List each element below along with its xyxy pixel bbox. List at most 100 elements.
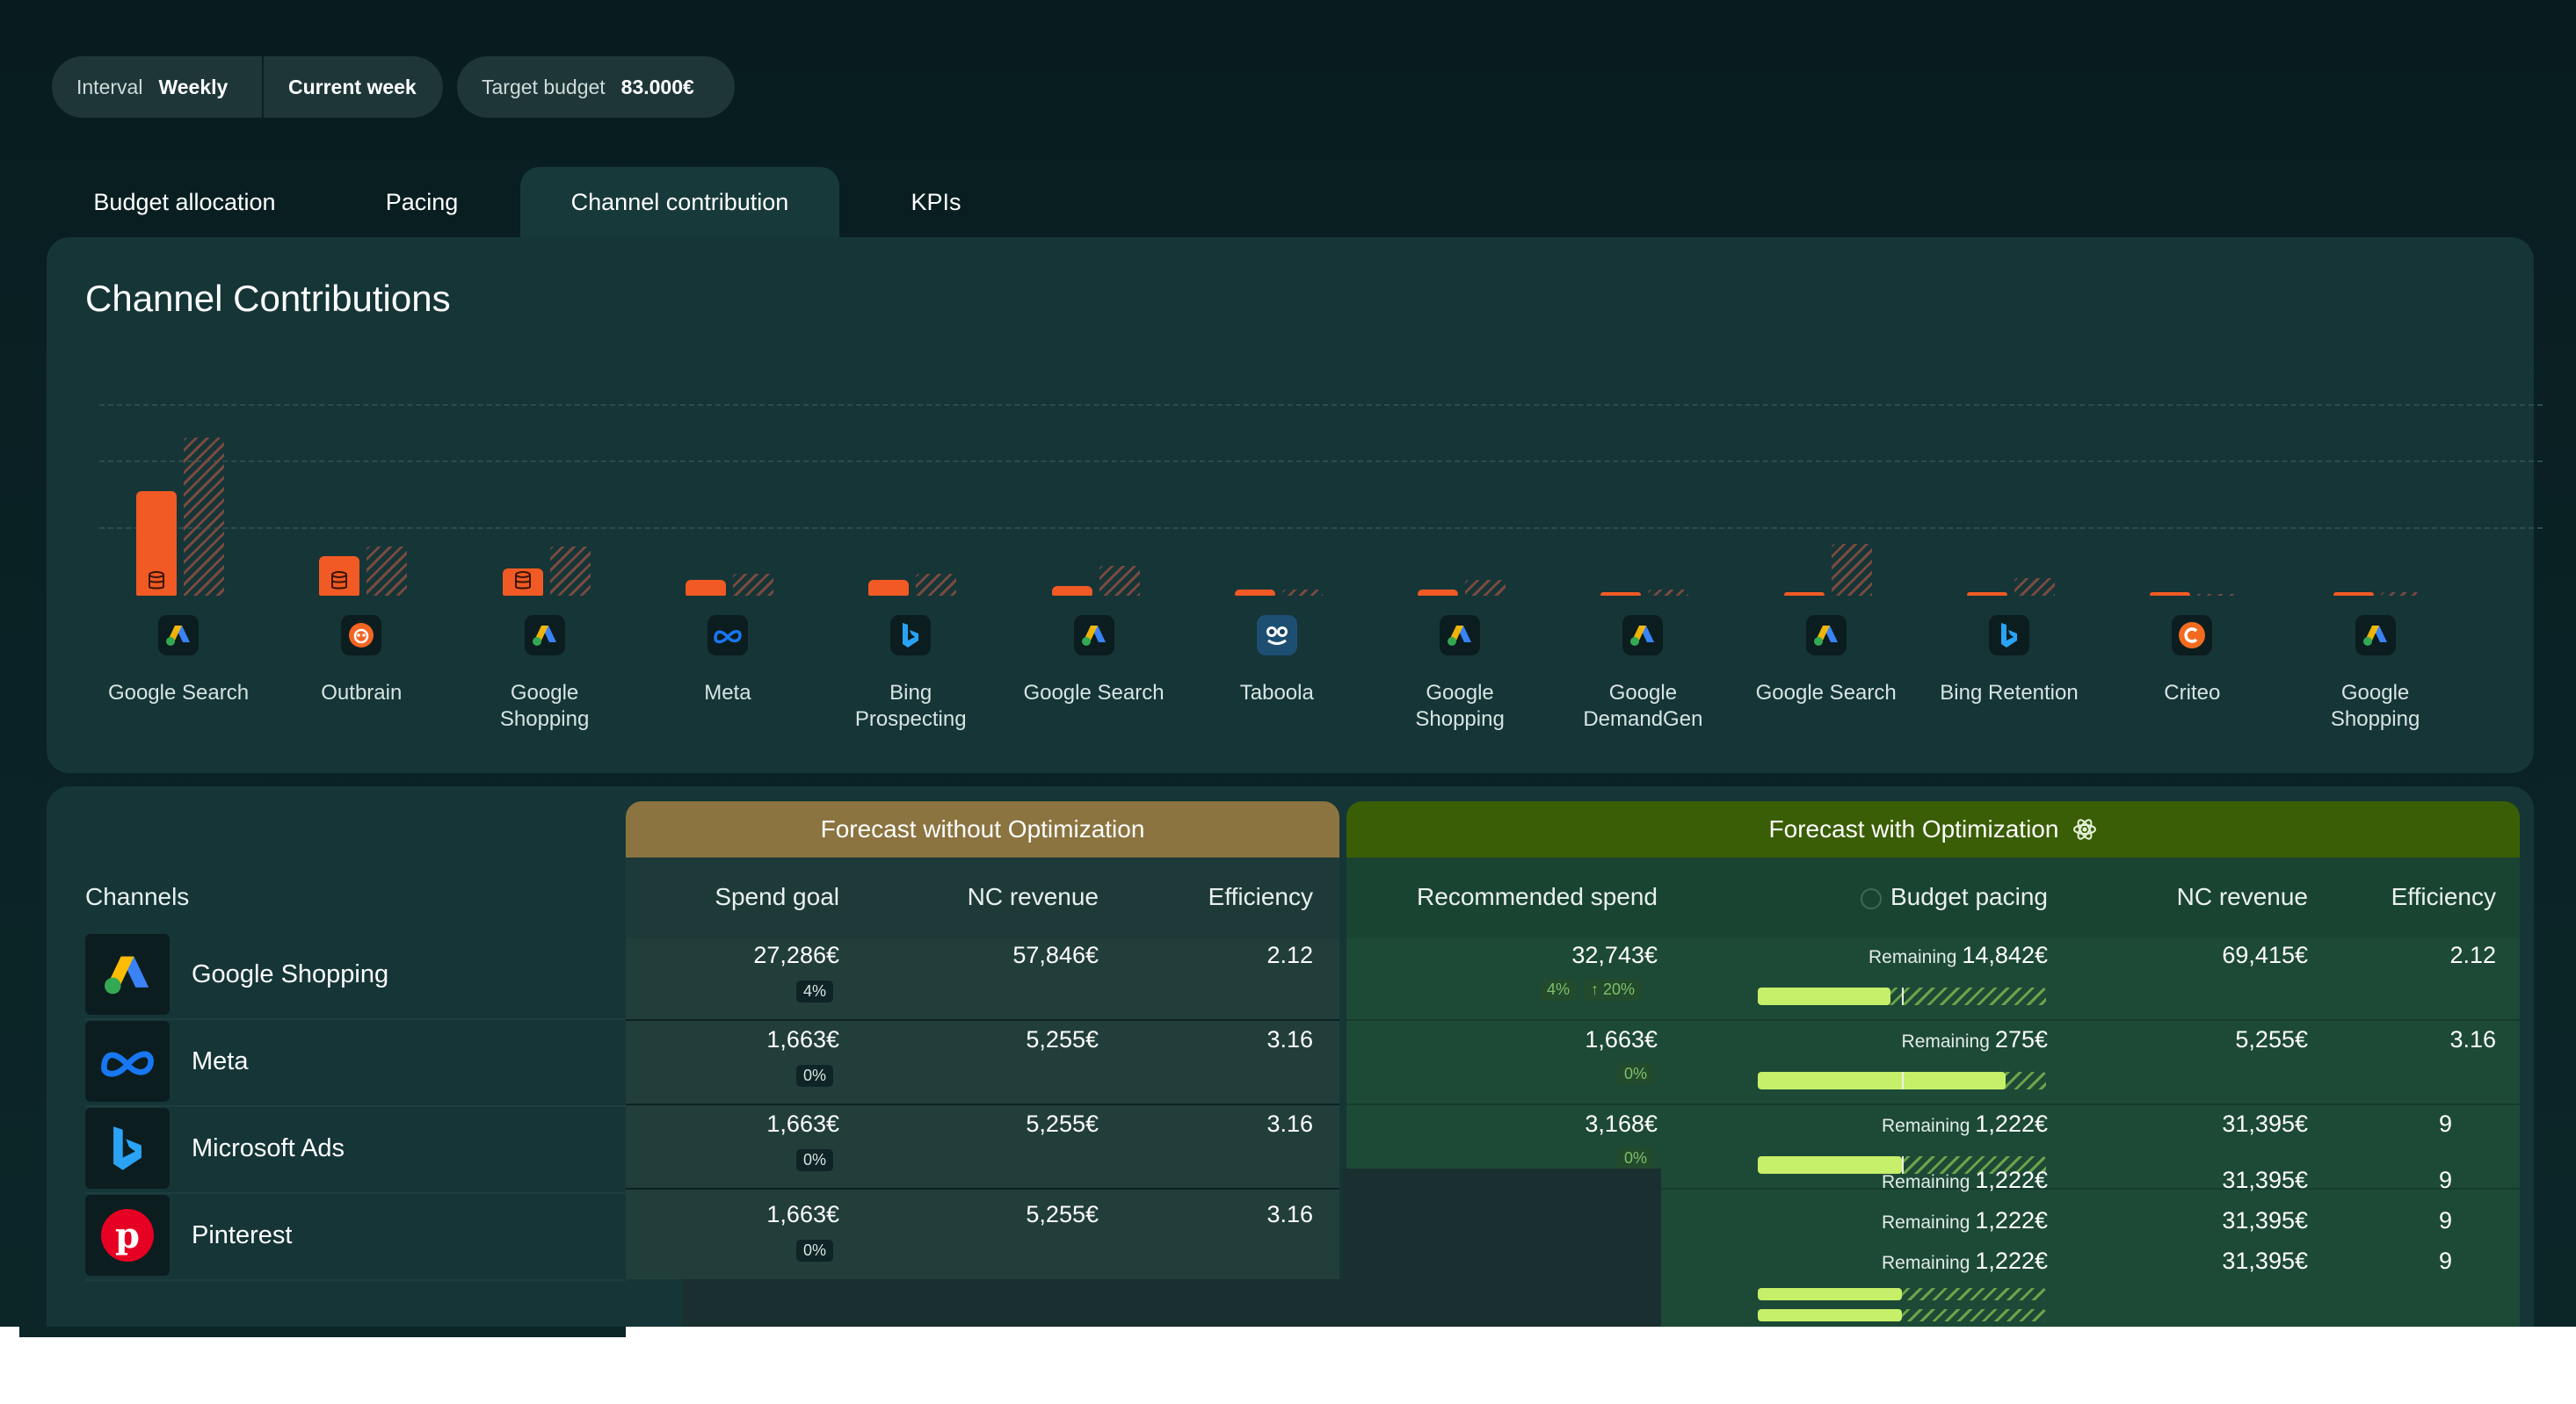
efficiency-value: 3.16 (1266, 1026, 1313, 1053)
gridline (99, 527, 2543, 529)
nc-revenue-opt-value: 5,255€ (2235, 1026, 2308, 1053)
meta-icon (85, 1021, 170, 1102)
channel-name[interactable]: Meta (192, 1047, 248, 1076)
bar-actual[interactable] (136, 491, 177, 596)
efficiency-opt-value: 9 (2438, 1207, 2452, 1234)
bar-actual[interactable] (319, 556, 360, 596)
spend-chip: 0% (796, 1065, 834, 1087)
bar-potential[interactable] (1099, 565, 1140, 596)
channel-name[interactable]: Pinterest (192, 1221, 292, 1250)
channel-name[interactable]: Microsoft Ads (192, 1134, 345, 1163)
bar-potential[interactable] (366, 546, 408, 596)
bing-icon (1989, 615, 2029, 655)
google-ads-icon (1073, 615, 1114, 655)
efficiency-opt-value: 9 (2438, 1167, 2452, 1193)
bar-actual[interactable] (2333, 592, 2374, 596)
bar-actual[interactable] (1234, 589, 1275, 596)
white-margin-right (1661, 1327, 2576, 1404)
bar-actual[interactable] (1051, 586, 1092, 596)
pacing-fill (1758, 1072, 2006, 1089)
row-divider (85, 1192, 626, 1194)
channel-label: Google Shopping (499, 681, 590, 731)
remaining-budget: Remaining 275€ (1784, 1026, 2048, 1053)
google-ads-icon (158, 615, 199, 655)
bar-potential[interactable] (1831, 543, 1872, 596)
nc-revenue-opt-value: 31,395€ (2222, 1111, 2308, 1137)
taboola-icon (1256, 615, 1297, 655)
bar-potential[interactable] (549, 546, 591, 596)
channel-label: Google Shopping (1415, 681, 1505, 731)
remaining-value: 1,222€ (1975, 1207, 2048, 1234)
forecast-without-header: Forecast without Optimization (626, 801, 1339, 858)
bar-potential[interactable] (2014, 578, 2055, 596)
recommended-spend-value: 1,663€ (1585, 1026, 1658, 1053)
pacing-bar (1758, 1072, 2046, 1089)
budget-pacing-header: Budget pacing (1846, 883, 2048, 911)
remaining-budget: Remaining 1,222€ (1784, 1111, 2048, 1138)
tab-pacing[interactable]: Pacing (360, 167, 483, 237)
remaining-label: Remaining (1869, 947, 1957, 967)
efficiency-opt-header: Efficiency (2391, 883, 2496, 910)
efficiency-value: 3.16 (1266, 1201, 1313, 1227)
bar-potential[interactable] (916, 573, 957, 596)
meta-icon (707, 615, 748, 655)
bar-potential[interactable] (1465, 580, 1506, 596)
efficiency-opt-value: 9 (2438, 1248, 2452, 1274)
channel-label: Bing Prospecting (854, 681, 967, 731)
period-selector[interactable]: Current week (264, 56, 441, 118)
channel-label: Bing Retention (1940, 681, 2079, 705)
pacing-marker (1902, 988, 1904, 1005)
bar-actual[interactable] (2150, 592, 2191, 596)
channel-label: Taboola (1239, 681, 1314, 705)
google-ads-icon (2355, 615, 2396, 655)
spend-chip: 0% (796, 1240, 834, 1262)
row-divider (626, 1104, 1339, 1105)
bar-potential[interactable] (732, 573, 773, 596)
database-icon (148, 570, 165, 590)
remaining-budget: Remaining 14,842€ (1784, 942, 2048, 969)
bar-potential[interactable] (2197, 594, 2239, 596)
nc-revenue-opt-value: 31,395€ (2222, 1248, 2308, 1274)
google-ads-icon (1440, 615, 1481, 655)
change-chip: 4% (1540, 979, 1578, 1001)
bar-potential[interactable] (2380, 592, 2421, 596)
database-icon (514, 570, 532, 590)
forecast-with-title: Forecast with Optimization (1768, 815, 2059, 843)
efficiency-value: 3.16 (1266, 1111, 1313, 1137)
recommended-spend-value: 32,743€ (1571, 942, 1658, 968)
white-margin-left (0, 1327, 683, 1404)
white-margin-edge (0, 1335, 18, 1404)
channel-label: Google Shopping (2330, 681, 2420, 731)
outbrain-icon (341, 615, 382, 655)
bar-actual[interactable] (1967, 592, 2007, 596)
channel-name[interactable]: Google Shopping (192, 960, 388, 989)
tab-channel-contribution[interactable]: Channel contribution (520, 167, 839, 237)
change-chip: 0% (1617, 1063, 1655, 1085)
remaining-label: Remaining (1882, 1212, 1970, 1233)
bar-potential[interactable] (1648, 589, 1689, 596)
bing-icon (85, 1108, 170, 1189)
interval-filter[interactable]: Interval Weekly Current week (52, 56, 443, 118)
google-ads-icon (85, 934, 170, 1015)
bar-potential[interactable] (1281, 589, 1323, 596)
interval-selector[interactable]: Interval Weekly (52, 56, 262, 118)
bar-potential[interactable] (184, 438, 224, 596)
bar-actual[interactable] (1783, 592, 1825, 596)
budget-value: 83.000€ (620, 75, 694, 98)
channel-label: Google Search (1023, 681, 1165, 705)
row-divider (85, 1018, 626, 1020)
spend-goal-value: 1,663€ (766, 1201, 839, 1227)
target-budget-filter[interactable]: Target budget 83.000€ (457, 56, 735, 118)
tab-kpis[interactable]: KPIs (888, 167, 984, 237)
target-budget[interactable]: Target budget 83.000€ (457, 56, 719, 118)
recommended-spend-value: 3,168€ (1585, 1111, 1658, 1137)
spend-goal-header: Spend goal (715, 883, 839, 910)
bar-actual[interactable] (502, 568, 543, 596)
bar-actual[interactable] (685, 580, 726, 596)
bar-actual[interactable] (1600, 592, 1642, 596)
bar-actual[interactable] (1418, 589, 1459, 596)
channel-contributions-panel: Channel Contributions Google Search Outbr… (47, 237, 2543, 773)
tab-budget-allocation[interactable]: Budget allocation (62, 167, 308, 237)
bar-actual[interactable] (868, 580, 910, 596)
remaining-label: Remaining (1882, 1253, 1970, 1273)
